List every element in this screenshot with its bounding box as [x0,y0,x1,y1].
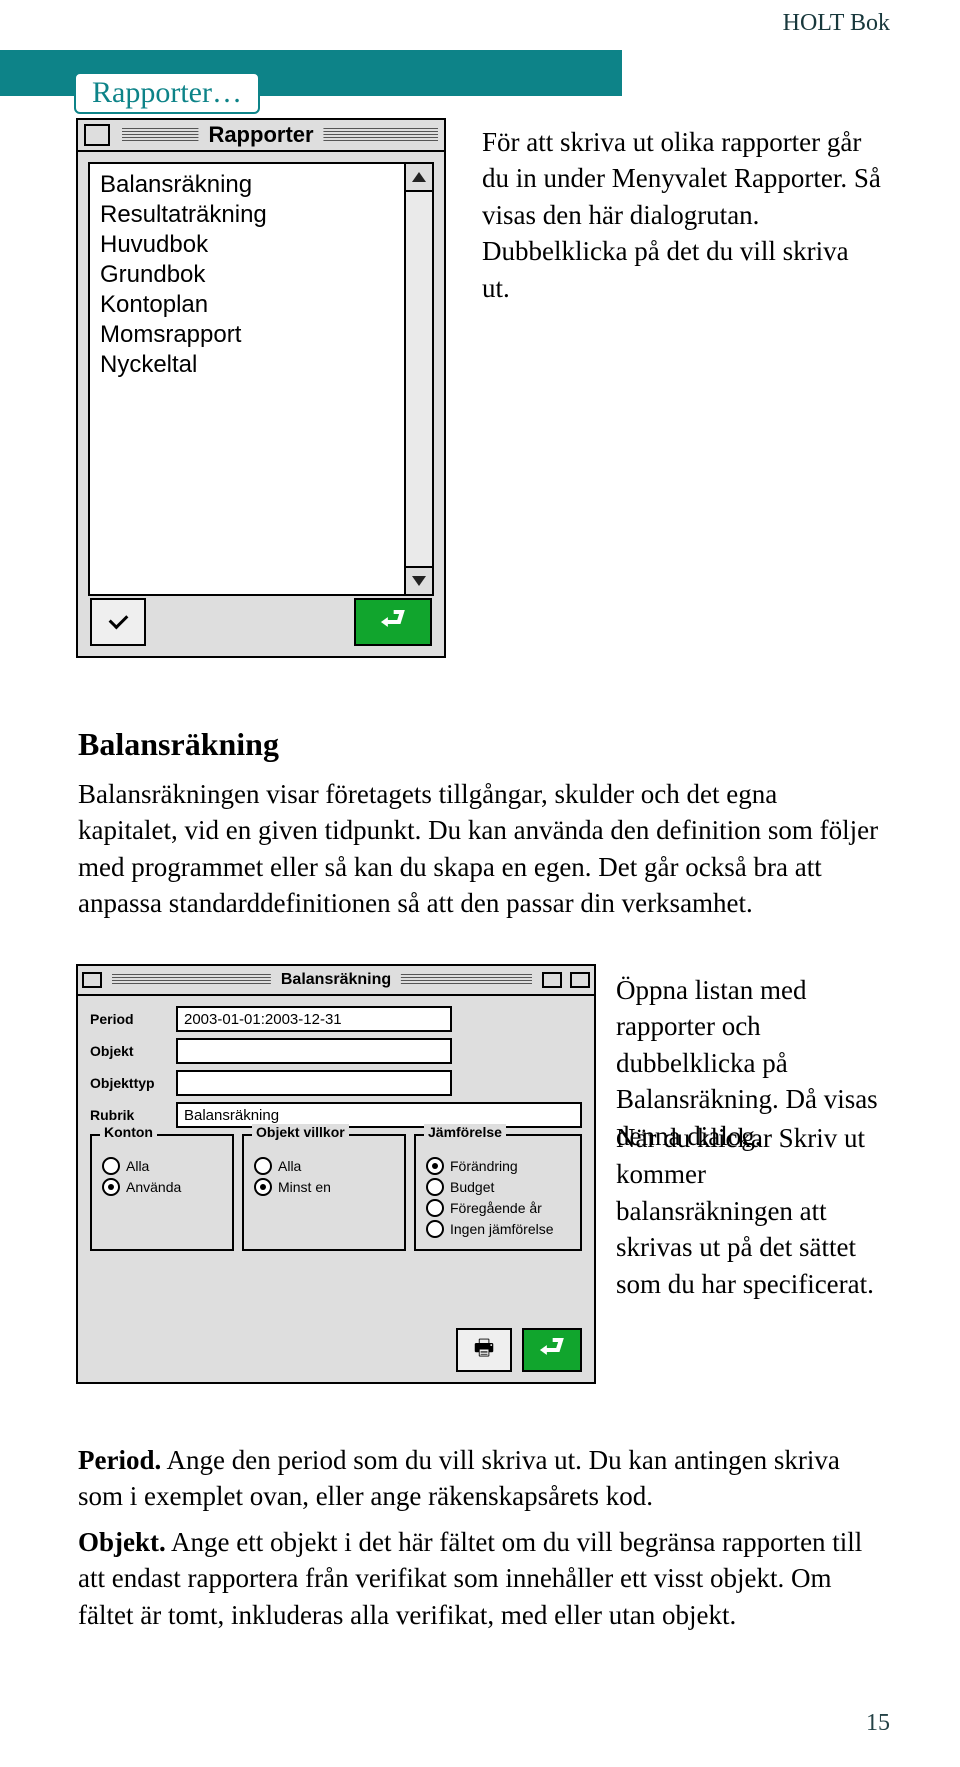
balansrakning-window: Balansräkning Period 2003-01-01:2003-12-… [76,964,596,1384]
group-villkor-legend: Objekt villkor [252,1124,349,1140]
print-button[interactable]: 🖶 [456,1328,512,1372]
list-item[interactable]: Resultaträkning [100,200,394,230]
radio-villkor-minst[interactable]: Minst en [254,1178,394,1196]
group-konton: Konton Alla Använda [90,1134,234,1251]
radio-label: Använda [126,1179,181,1195]
radio-label: Alla [126,1158,149,1174]
scroll-down-icon[interactable] [406,566,432,594]
close-icon[interactable] [84,124,110,146]
list-item[interactable]: Balansräkning [100,170,394,200]
para-period: Period. Ange den period som du vill skri… [78,1442,880,1515]
confirm-button[interactable] [90,598,146,646]
header-product-name: HOLT Bok [783,10,890,37]
objekt-field[interactable] [176,1038,452,1064]
radio-label: Budget [450,1179,494,1195]
list-item[interactable]: Huvudbok [100,230,394,260]
section-title: Rapporter… [74,72,260,114]
check-icon [108,609,128,629]
radio-jam-foregaende[interactable]: Föregående år [426,1199,570,1217]
group-villkor: Objekt villkor Alla Minst en [242,1134,406,1251]
rapporter-title: Rapporter [198,122,323,148]
para-balans-desc: Balansräkningen visar företagets tillgån… [78,776,880,922]
list-item[interactable]: Kontoplan [100,290,394,320]
scroll-up-icon[interactable] [406,164,432,192]
objekttyp-field[interactable] [176,1070,452,1096]
radio-label: Alla [278,1158,301,1174]
group-jamforelse-legend: Jämförelse [424,1124,506,1140]
para-objekt-body: Ange ett objekt i det här fältet om du v… [78,1527,862,1630]
radio-label: Förändring [450,1158,518,1174]
radio-label: Minst en [278,1179,331,1195]
radio-jam-budget[interactable]: Budget [426,1178,570,1196]
side-text-print: När du klickar Skriv ut kommer balansräk… [616,1120,884,1302]
balans-titlebar[interactable]: Balansräkning [78,966,594,996]
term-objekt: Objekt. [78,1527,166,1557]
objekttyp-label: Objekttyp [90,1075,176,1091]
close-icon[interactable] [82,972,102,988]
list-item[interactable]: Grundbok [100,260,394,290]
page-number: 15 [866,1710,890,1737]
collapse-icon[interactable] [570,972,590,988]
rapporter-titlebar[interactable]: Rapporter [78,120,444,152]
printer-icon: 🖶 [474,1331,495,1369]
radio-jam-ingen[interactable]: Ingen jämförelse [426,1220,570,1238]
radio-konton-alla[interactable]: Alla [102,1157,222,1175]
period-label: Period [90,1011,176,1027]
balans-title: Balansräkning [271,971,401,989]
radio-label: Föregående år [450,1200,542,1216]
rubrik-field[interactable]: Balansräkning [176,1102,582,1128]
para-objekt: Objekt. Ange ett objekt i det här fältet… [78,1524,880,1633]
objekt-label: Objekt [90,1043,176,1059]
radio-villkor-alla[interactable]: Alla [254,1157,394,1175]
group-jamforelse: Jämförelse Förändring Budget Föregående … [414,1134,582,1251]
scroll-track[interactable] [406,192,432,566]
term-period: Period. [78,1445,161,1475]
section-banner: Rapporter… [0,50,622,96]
enter-icon: ⮐ [539,1326,564,1374]
reports-listbox[interactable]: Balansräkning Resultaträkning Huvudbok G… [88,162,434,596]
list-item[interactable]: Nyckeltal [100,350,394,380]
intro-text: För att skriva ut olika rapporter går du… [482,124,882,306]
list-item[interactable]: Momsrapport [100,320,394,350]
rapporter-window: Rapporter Balansräkning Resultaträkning … [76,118,446,658]
enter-button[interactable]: ⮐ [522,1328,582,1372]
radio-jam-forandring[interactable]: Förändring [426,1157,570,1175]
enter-icon: ⮐ [380,598,405,646]
radio-konton-anvanda[interactable]: Använda [102,1178,222,1196]
group-konton-legend: Konton [100,1124,157,1140]
radio-label: Ingen jämförelse [450,1221,554,1237]
heading-balansrakning: Balansräkning [78,726,279,763]
para-period-body: Ange den period som du vill skriva ut. D… [78,1445,840,1511]
period-field[interactable]: 2003-01-01:2003-12-31 [176,1006,452,1032]
scrollbar[interactable] [404,164,432,594]
enter-button[interactable]: ⮐ [354,598,432,646]
rubrik-label: Rubrik [90,1107,176,1123]
zoom-icon[interactable] [542,972,562,988]
